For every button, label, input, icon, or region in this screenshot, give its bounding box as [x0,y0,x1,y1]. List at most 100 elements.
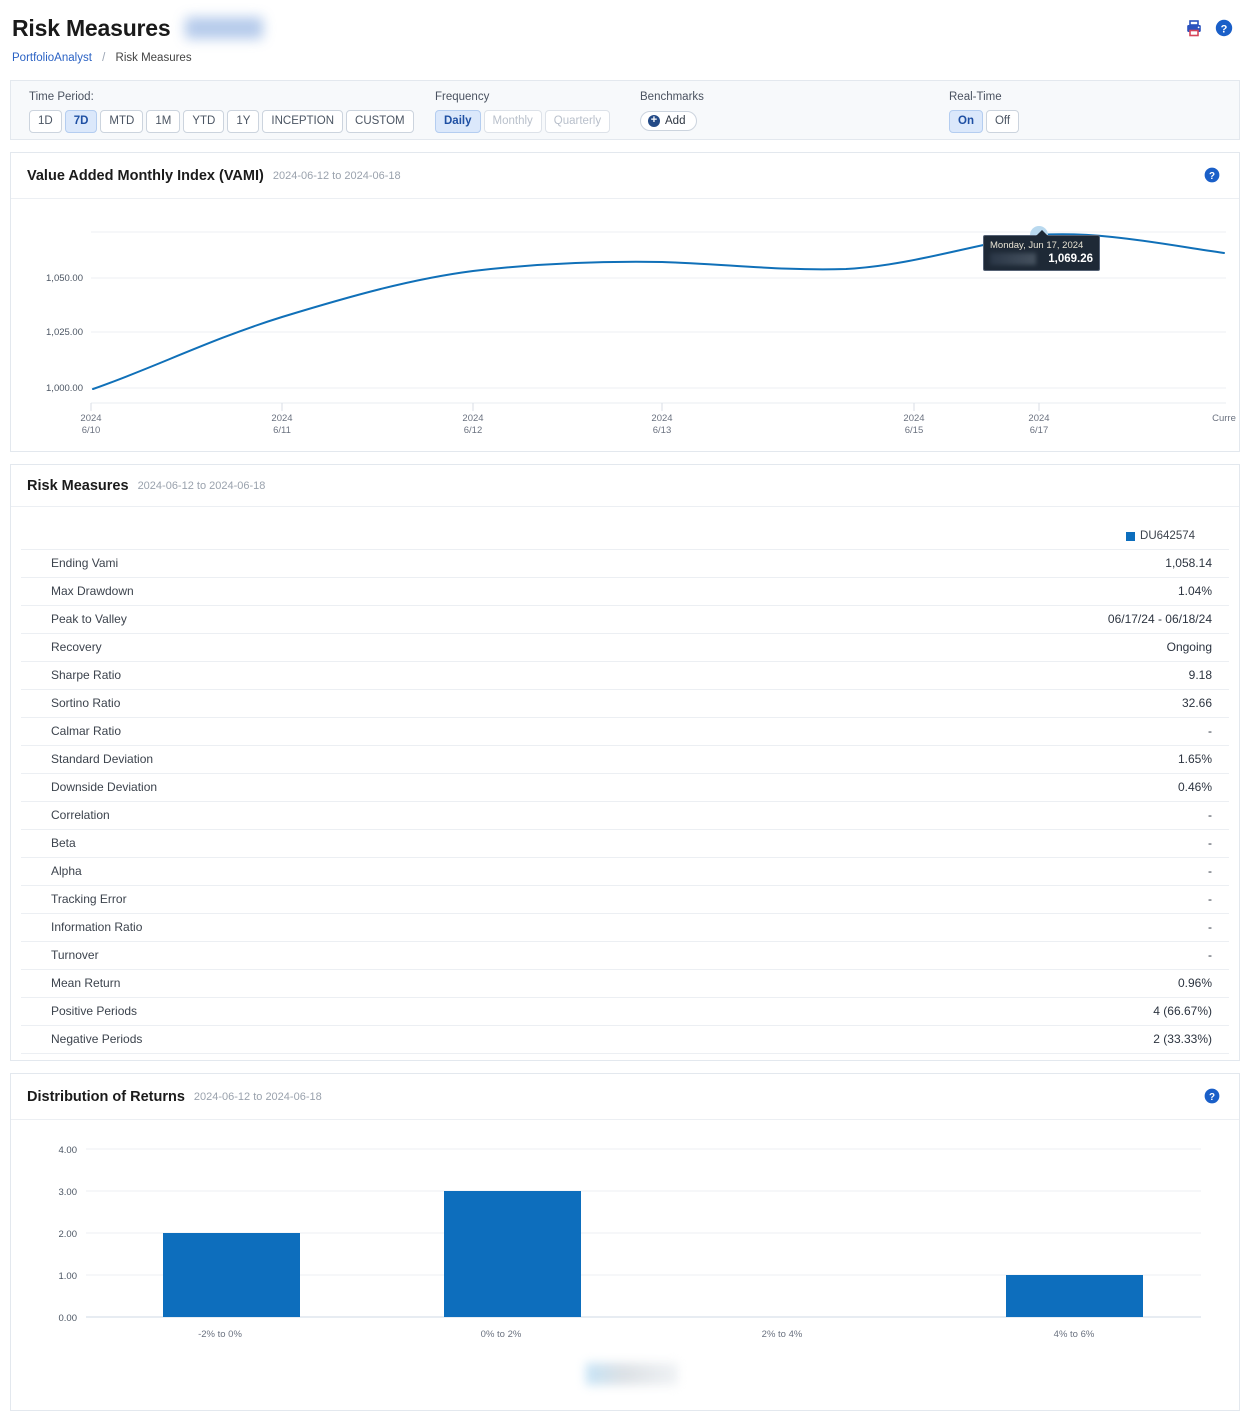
row-label: Beta [51,836,76,850]
vami-chart-area: 1,050.00 1,025.00 1,000.00 2024 6/10 202… [11,199,1239,451]
vami-help-circle-icon[interactable]: ? [1203,166,1223,186]
svg-text:?: ? [1209,171,1215,182]
svg-text:2024: 2024 [80,413,101,424]
legend-color-swatch [1126,531,1136,541]
row-label: Mean Return [51,976,121,990]
table-row: Sortino Ratio 32.66 [21,690,1229,718]
row-label: Positive Periods [51,1004,138,1018]
svg-text:?: ? [1209,1092,1215,1103]
row-value: - [1208,948,1212,962]
svg-text:1.00: 1.00 [59,1271,78,1282]
svg-text:2.00: 2.00 [59,1229,78,1240]
risk-measures-table-wrap: DU642574 Ending Vami 1,058.14 Max Drawdow… [11,507,1239,1060]
bar-neg2-to-0[interactable] [163,1233,300,1317]
time-period-custom[interactable]: CUSTOM [346,110,414,133]
frequency-segmented-control: Daily Monthly Quarterly [435,110,613,133]
svg-text:2024: 2024 [903,413,924,424]
table-row: Max Drawdown 1.04% [21,578,1229,606]
time-period-1d[interactable]: 1D [29,110,62,133]
svg-text:2024: 2024 [462,413,483,424]
frequency-label: Frequency [435,91,490,103]
distribution-legend-redacted [586,1363,678,1385]
svg-text:2% to 4%: 2% to 4% [762,1329,803,1340]
svg-text:6/13: 6/13 [653,425,672,436]
benchmarks-label: Benchmarks [640,91,704,103]
row-value: - [1208,724,1212,738]
frequency-quarterly[interactable]: Quarterly [544,110,611,133]
svg-text:Curre: Curre [1212,413,1236,424]
breadcrumb-current: Risk Measures [115,52,192,64]
printer-icon[interactable] [1184,18,1204,38]
frequency-monthly[interactable]: Monthly [483,110,542,133]
frequency-group: Frequency Daily Monthly Quarterly [435,91,613,133]
row-value: 9.18 [1188,668,1212,682]
benchmarks-group: Benchmarks + Add [640,91,704,131]
bar-4-to-6[interactable] [1006,1275,1143,1317]
breadcrumb: PortfolioAnalyst / Risk Measures [0,46,1250,64]
time-period-inception[interactable]: INCEPTION [262,110,344,133]
header-icons: ? [1184,18,1238,38]
risk-measures-panel: Risk Measures 2024-06-12 to 2024-06-18 D… [10,464,1240,1061]
bar-0-to-2[interactable] [444,1191,581,1317]
time-period-7d[interactable]: 7D [64,110,98,133]
svg-text:6/11: 6/11 [273,425,291,436]
vami-tooltip: Monday, Jun 17, 2024 1,069.26 [983,230,1100,271]
distribution-bar-chart: 4.00 3.00 2.00 1.00 0.00 -2% to 0% 0% to… [59,1145,1201,1340]
row-label: Ending Vami [51,556,119,570]
risk-measures-panel-title: Risk Measures [27,478,129,494]
svg-text:6/15: 6/15 [905,425,924,436]
tooltip-arrow [1035,230,1048,236]
filters-toolbar: Time Period: 1D 7D MTD 1M YTD 1Y INCEPTI… [10,80,1240,140]
vami-panel-subtitle: 2024-06-12 to 2024-06-18 [272,170,401,182]
time-period-ytd[interactable]: YTD [183,110,225,133]
time-period-label: Time Period: [29,91,94,103]
table-header-account: DU642574 [660,521,1229,550]
help-circle-icon[interactable]: ? [1214,18,1234,38]
svg-text:0% to 2%: 0% to 2% [481,1329,522,1340]
row-label: Recovery [51,640,102,654]
realtime-on[interactable]: On [949,110,983,133]
svg-text:4% to 6%: 4% to 6% [1054,1329,1095,1340]
time-period-1y[interactable]: 1Y [227,110,260,133]
tooltip-series-label-redacted [990,253,1036,265]
row-value: - [1208,892,1212,906]
svg-text:3.00: 3.00 [59,1187,78,1198]
time-period-mtd[interactable]: MTD [100,110,144,133]
table-header-row: DU642574 [21,521,1229,550]
distribution-help-circle-icon[interactable]: ? [1203,1087,1223,1107]
row-value: 06/17/24 - 06/18/24 [1107,612,1212,626]
distribution-panel-title: Distribution of Returns [27,1089,185,1105]
svg-text:1,025.00: 1,025.00 [46,327,83,338]
svg-text:6/10: 6/10 [82,425,101,436]
account-id-label: DU642574 [1140,530,1195,542]
table-row: Downside Deviation 0.46% [21,774,1229,802]
row-value: 0.96% [1177,976,1212,990]
distribution-panel-header: Distribution of Returns 2024-06-12 to 20… [11,1074,1239,1120]
redacted-account-badge [184,17,263,39]
svg-text:2024: 2024 [1028,413,1049,424]
svg-text:1,050.00: 1,050.00 [46,273,83,284]
frequency-daily[interactable]: Daily [435,110,481,133]
breadcrumb-separator: / [102,52,106,64]
row-value: 1.04% [1177,584,1212,598]
svg-text:-2% to 0%: -2% to 0% [198,1329,242,1340]
svg-text:2024: 2024 [271,413,292,424]
row-value: 32.66 [1181,696,1212,710]
risk-measures-panel-subtitle: 2024-06-12 to 2024-06-18 [137,480,266,492]
table-row: Ending Vami 1,058.14 [21,550,1229,578]
breadcrumb-link-portfolioanalyst[interactable]: PortfolioAnalyst [12,52,92,64]
add-benchmark-label: Add [665,115,686,127]
row-label: Sharpe Ratio [51,668,122,682]
risk-measures-table: DU642574 Ending Vami 1,058.14 Max Drawdow… [21,521,1229,1054]
vami-panel-header: Value Added Monthly Index (VAMI) 2024-06… [11,153,1239,199]
time-period-1m[interactable]: 1M [146,110,181,133]
row-label: Turnover [51,948,99,962]
row-value: 4 (66.67%) [1153,1004,1212,1018]
table-row: Positive Periods 4 (66.67%) [21,998,1229,1026]
realtime-segmented-control: On Off [949,110,1022,133]
realtime-off[interactable]: Off [985,110,1020,133]
tooltip-value-row: 1,069.26 [990,253,1093,265]
page-header: Risk Measures ? [0,0,1250,46]
add-benchmark-button[interactable]: + Add [640,111,698,131]
table-row: Negative Periods 2 (33.33%) [21,1026,1229,1054]
